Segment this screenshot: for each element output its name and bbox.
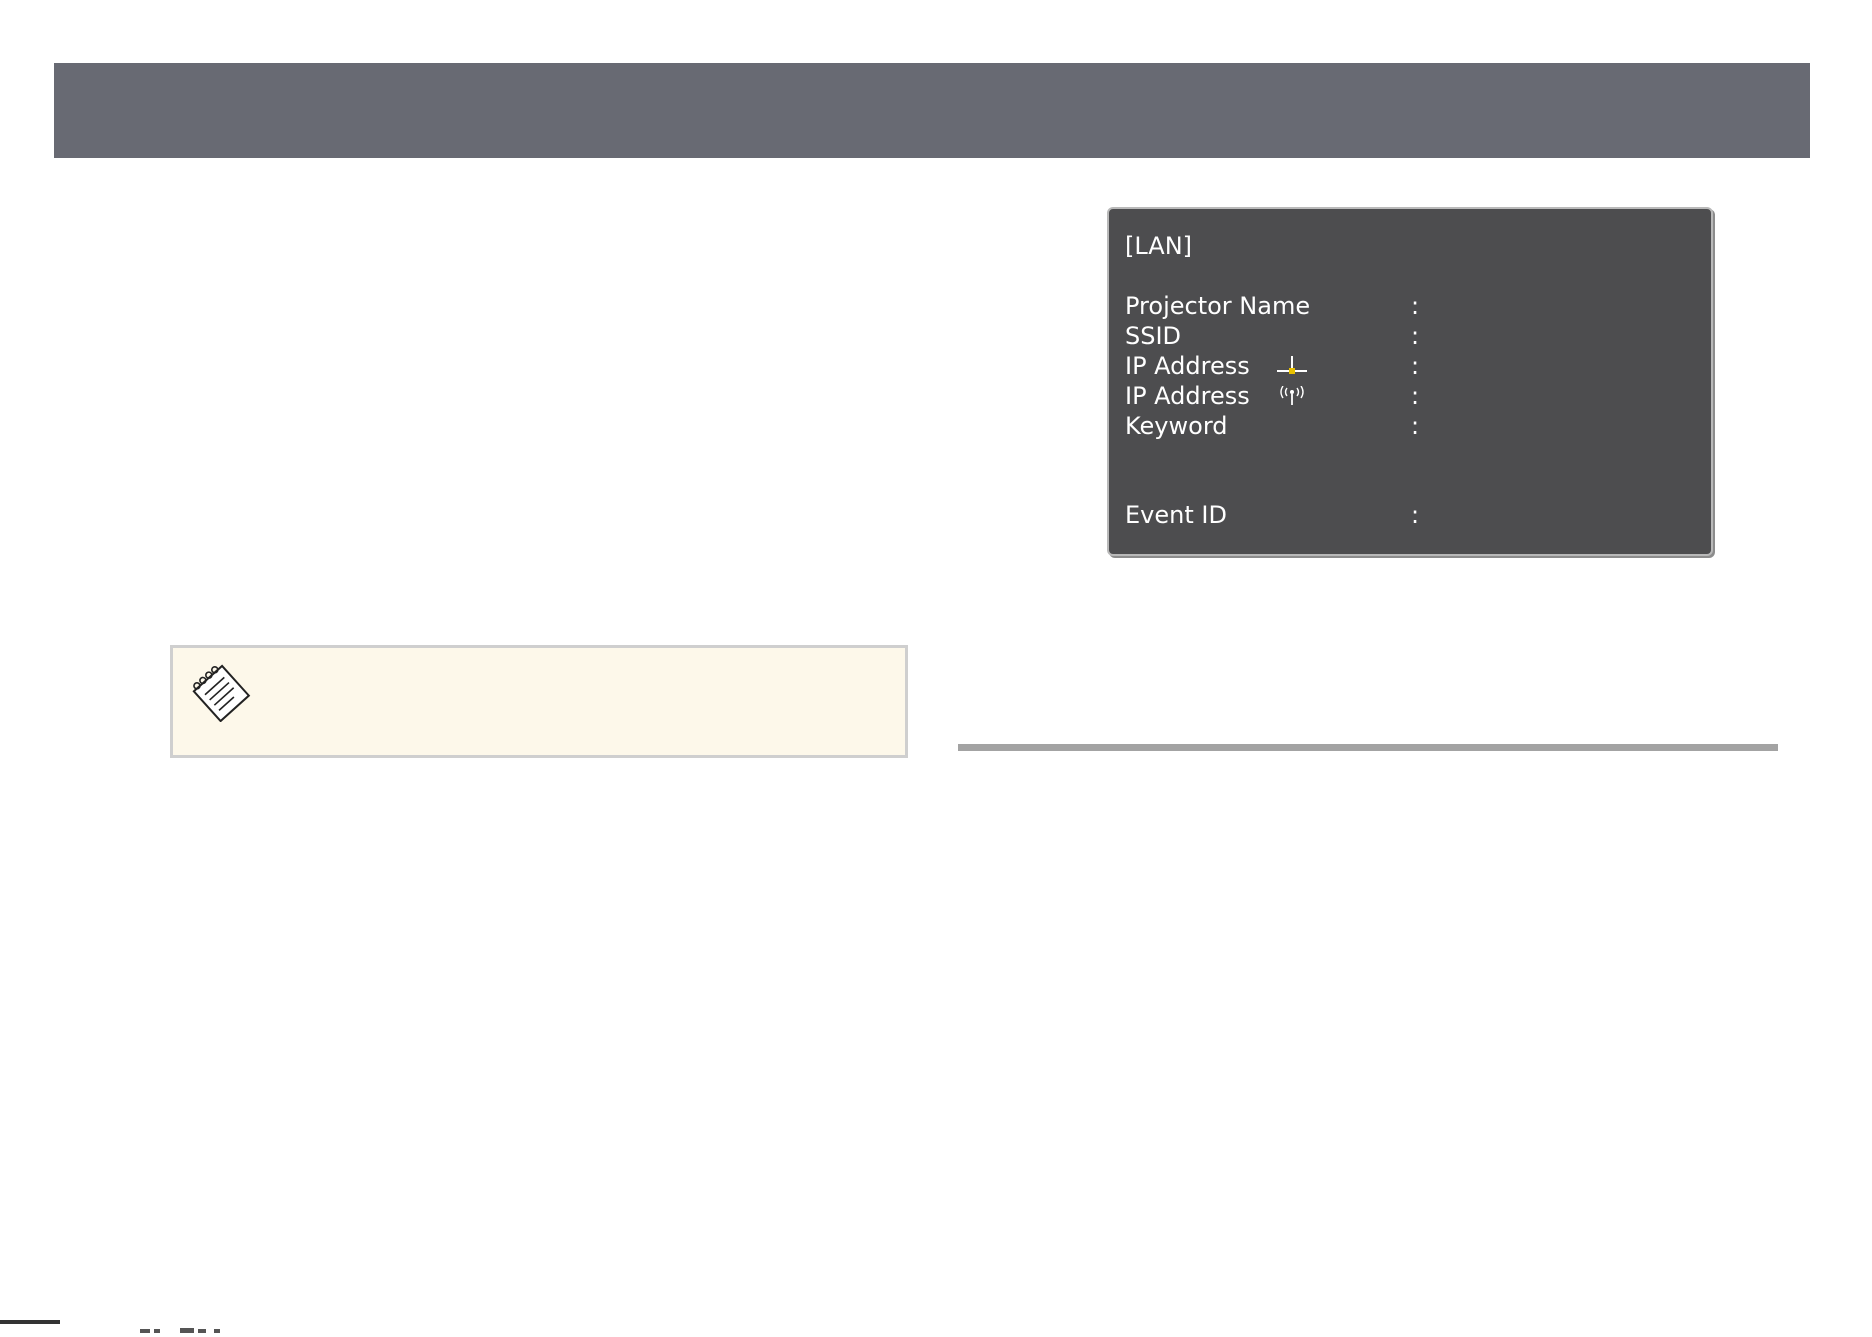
event-id-label: Event ID: [1125, 501, 1227, 529]
projector-name-row: Projector Name :: [1125, 291, 1695, 321]
lan-info-screen: [LAN] Projector Name : SSID : IP Address…: [1107, 207, 1713, 556]
keyword-row: Keyword :: [1125, 411, 1695, 441]
event-id-colon: :: [1411, 501, 1420, 529]
note-icon: [187, 662, 253, 723]
footer-marks: [140, 1318, 240, 1333]
event-id-row: Event ID :: [1125, 500, 1695, 530]
ip-address-wired-colon: :: [1411, 352, 1420, 380]
ip-address-wireless-colon: :: [1411, 382, 1420, 410]
lan-heading: [LAN]: [1125, 232, 1193, 260]
ip-address-wireless-row: IP Address :: [1125, 381, 1695, 411]
projector-name-label: Projector Name: [1125, 292, 1311, 320]
note-box: [170, 645, 908, 758]
ssid-colon: :: [1411, 322, 1420, 350]
ssid-label: SSID: [1125, 322, 1182, 350]
footer-rule: [0, 1320, 60, 1324]
section-divider: [958, 744, 1778, 751]
wireless-lan-icon: [1275, 386, 1309, 406]
projector-name-colon: :: [1411, 292, 1420, 320]
ip-address-wireless-label: IP Address: [1125, 382, 1250, 410]
ip-address-wired-row: IP Address :: [1125, 351, 1695, 381]
keyword-colon: :: [1411, 412, 1420, 440]
ssid-row: SSID :: [1125, 321, 1695, 351]
wired-lan-icon: [1275, 356, 1309, 376]
header-band: [54, 63, 1810, 158]
keyword-label: Keyword: [1125, 412, 1228, 440]
ip-address-wired-label: IP Address: [1125, 352, 1250, 380]
